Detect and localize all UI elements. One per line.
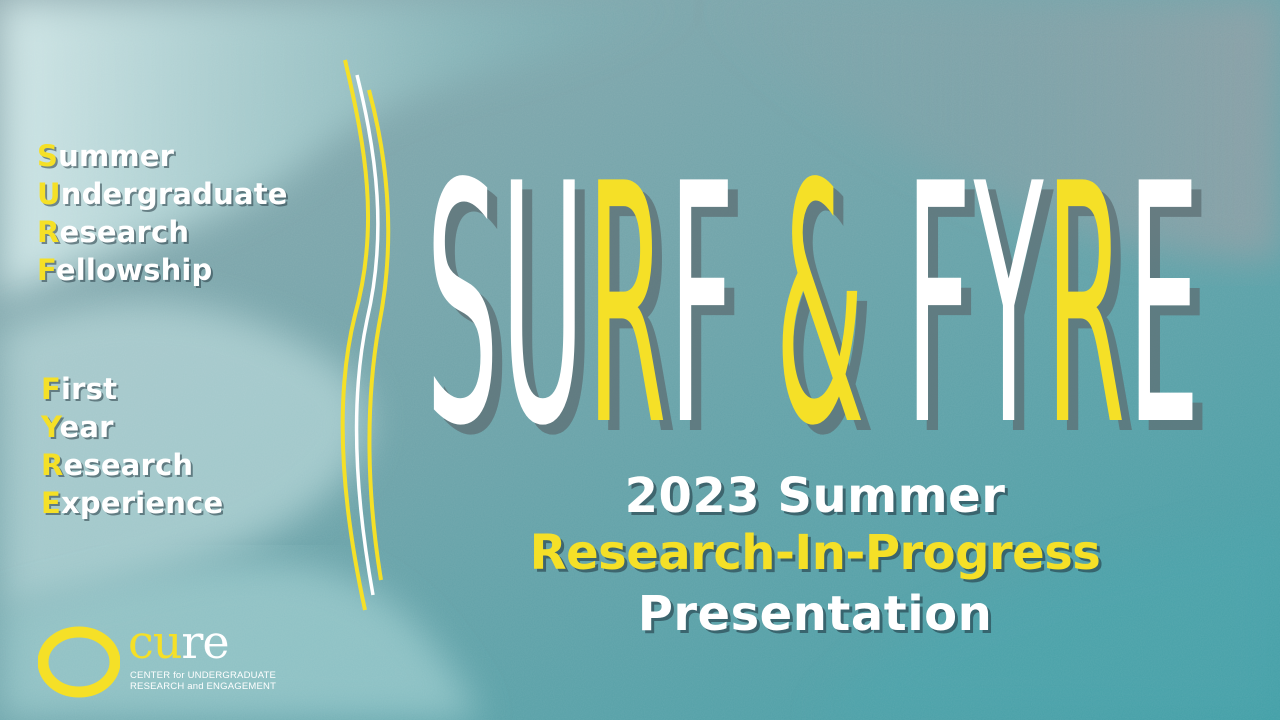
surf-acronym: Summer Undergraduate Research Fellowship	[37, 137, 288, 289]
acronym-row: First	[41, 370, 223, 408]
title-space	[867, 120, 906, 450]
acronym-rest: ellowship	[55, 253, 213, 287]
acronym-row: Undergraduate	[37, 175, 288, 213]
fyre-acronym: First Year Research Experience	[41, 370, 223, 522]
acronym-row: Research	[37, 213, 288, 251]
acronym-rest: ummer	[58, 139, 175, 173]
title-letter: F	[905, 120, 973, 450]
title-letter: S	[426, 120, 501, 450]
cure-logo: cure CENTER for UNDERGRADUATE RESEARCH a…	[38, 615, 288, 705]
acronym-row: Research	[41, 446, 223, 484]
title-letter: U	[501, 120, 587, 450]
title-letter: R	[587, 120, 669, 450]
acronym-row: Year	[41, 408, 223, 446]
oregon-o-icon	[38, 626, 120, 698]
main-title: SURF & FYRE SURF & FYRE	[426, 120, 1206, 450]
acronym-initial: F	[41, 372, 62, 406]
title-letter: E	[1127, 120, 1202, 450]
title-text: SURF & FYRE	[426, 120, 1202, 450]
acronym-row: Experience	[41, 484, 223, 522]
subtitle-year: 2023 Summer	[624, 468, 1006, 524]
acronym-initial: E	[41, 486, 62, 520]
acronym-initial: U	[37, 177, 61, 211]
subtitle-research-in-progress: Research-In-Progress	[529, 525, 1101, 581]
logo-tagline-line1: CENTER for UNDERGRADUATE	[130, 670, 277, 681]
acronym-row: Summer	[37, 137, 288, 175]
acronym-initial: R	[41, 448, 64, 482]
acronym-initial: Y	[41, 410, 60, 444]
acronym-initial: F	[37, 253, 56, 287]
acronym-rest: irst	[61, 372, 118, 406]
logo-word-accent: cu	[128, 615, 182, 669]
title-letter: &	[775, 120, 866, 450]
logo-wordmark: cure	[128, 614, 230, 670]
logo-word-rest: re	[181, 615, 229, 669]
title-letter: F	[669, 120, 737, 450]
title-space	[737, 120, 776, 450]
acronym-rest: esearch	[59, 215, 190, 249]
wavy-divider-lines	[340, 59, 391, 611]
acronym-initial: S	[37, 139, 59, 173]
logo-tagline-line2: RESEARCH and ENGAGEMENT	[130, 681, 277, 692]
acronym-rest: ndergraduate	[60, 177, 288, 211]
title-letter: Y	[972, 120, 1046, 450]
acronym-rest: esearch	[63, 448, 194, 482]
acronym-initial: R	[37, 215, 60, 249]
logo-tagline: CENTER for UNDERGRADUATE RESEARCH and EN…	[130, 670, 276, 692]
acronym-row: Fellowship	[37, 251, 288, 289]
subtitle-presentation: Presentation	[637, 586, 993, 642]
acronym-rest: xperience	[61, 486, 224, 520]
acronym-rest: ear	[59, 410, 114, 444]
title-letter: R	[1046, 120, 1128, 450]
